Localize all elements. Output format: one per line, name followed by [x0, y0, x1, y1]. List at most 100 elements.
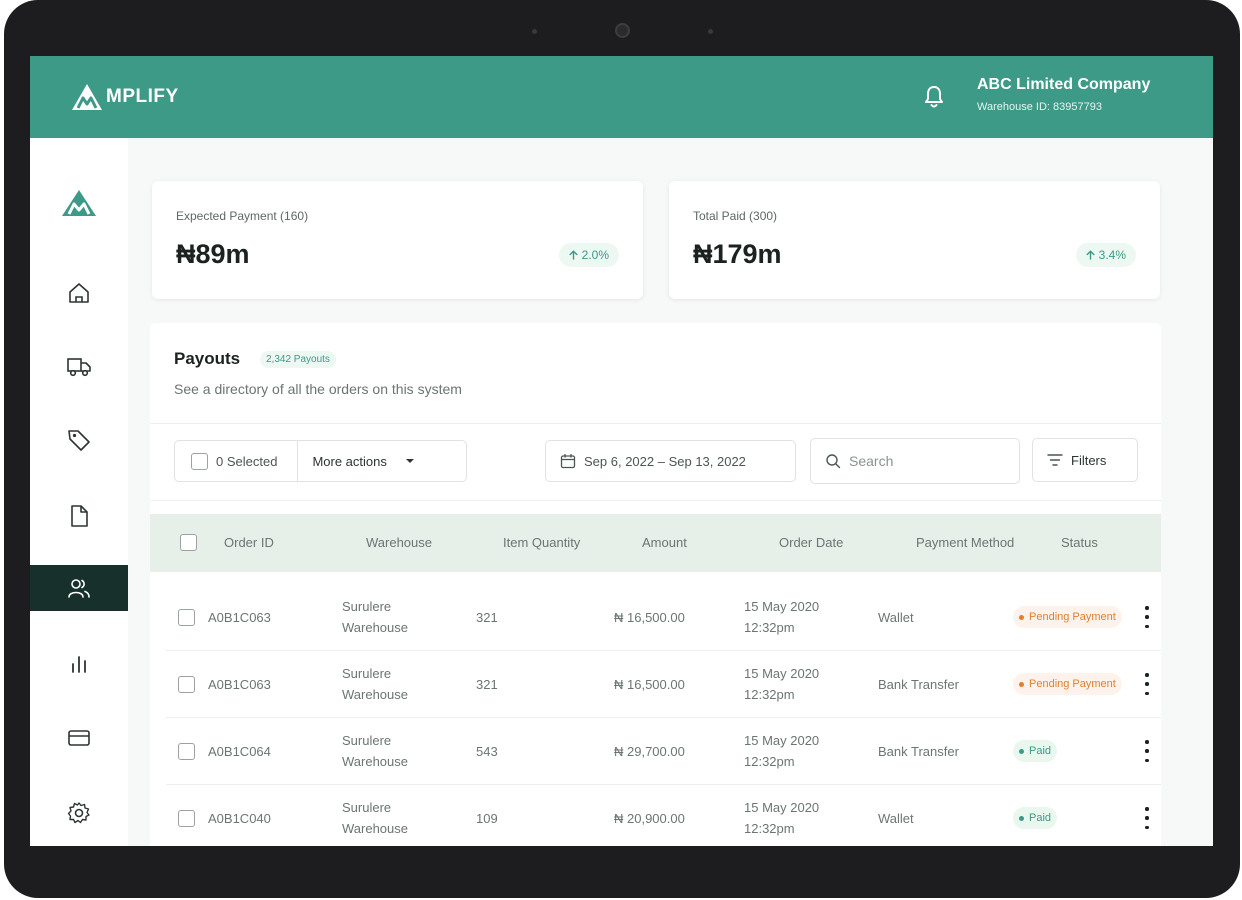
table-row[interactable]: A0B1C063 Surulere Warehouse 321 ₦ 16,500… — [166, 651, 1161, 718]
stat-change-value: 2.0% — [581, 248, 609, 262]
amount: ₦ 16,500.00 — [614, 677, 685, 692]
company-info[interactable]: ABC Limited Company Warehouse ID: 839577… — [977, 76, 1150, 113]
order-id: A0B1C064 — [208, 744, 271, 759]
payment-method: Wallet — [878, 811, 914, 826]
warehouse-line: Warehouse — [342, 687, 408, 702]
amount: ₦ 16,500.00 — [614, 610, 685, 625]
order-date-time: 12:32pm — [744, 620, 795, 635]
nav-users[interactable] — [30, 565, 128, 611]
more-actions-label: More actions — [312, 453, 387, 469]
arrow-up-icon — [1086, 250, 1095, 260]
sidebar-logo-icon[interactable] — [60, 188, 98, 218]
nav-analytics[interactable] — [30, 641, 128, 687]
status-dot — [1019, 614, 1024, 620]
status-badge: Paid — [1013, 740, 1058, 762]
order-date-time: 12:32pm — [744, 687, 795, 702]
nav-products[interactable] — [30, 417, 128, 463]
more-options-icon[interactable] — [1144, 606, 1150, 628]
order-date-day: 15 May 2020 — [744, 666, 820, 681]
stat-card-total-paid: Total Paid (300) ₦179m 3.4% — [669, 181, 1160, 299]
warehouse-line: Warehouse — [342, 754, 408, 769]
stat-change-value: 3.4% — [1098, 248, 1126, 262]
column-header-payment-method[interactable]: Payment Method — [916, 535, 1014, 550]
app-screen: MPLIFY ABC Limited Company Warehouse ID:… — [30, 56, 1213, 846]
row-checkbox[interactable] — [178, 676, 195, 693]
column-header-amount[interactable]: Amount — [642, 535, 687, 550]
warehouse-line: Surulere — [342, 599, 392, 614]
more-options-icon[interactable] — [1144, 740, 1150, 762]
column-header-order-id[interactable]: Order ID — [224, 535, 274, 550]
order-date: 15 May 2020 12:32pm — [744, 797, 819, 839]
status-dot — [1019, 815, 1024, 821]
more-options-icon[interactable] — [1144, 807, 1150, 829]
amount: ₦ 20,900.00 — [614, 811, 685, 826]
stat-label: Expected Payment (160) — [176, 209, 309, 223]
order-date-day: 15 May 2020 — [744, 733, 820, 748]
order-date-day: 15 May 2020 — [744, 800, 820, 815]
nav-deliveries[interactable] — [30, 343, 128, 389]
more-actions-dropdown[interactable]: More actions — [312, 454, 414, 469]
column-header-warehouse[interactable]: Warehouse — [366, 535, 432, 550]
column-header-item-quantity[interactable]: Item Quantity — [503, 535, 580, 550]
truck-icon — [67, 358, 91, 377]
company-name: ABC Limited Company — [977, 76, 1151, 93]
filters-button[interactable]: Filters — [1032, 438, 1138, 482]
status-badge: Pending Payment — [1013, 606, 1122, 628]
date-range-picker[interactable]: Sep 6, 2022 – Sep 13, 2022 — [545, 440, 796, 482]
calendar-icon — [560, 454, 576, 469]
order-id: A0B1C040 — [208, 811, 271, 826]
order-date: 15 May 2020 12:32pm — [744, 730, 819, 772]
select-all-checkbox[interactable] — [191, 452, 208, 470]
status-dot — [1019, 748, 1024, 754]
order-id: A0B1C063 — [208, 610, 271, 625]
nav-home[interactable] — [30, 270, 128, 316]
status-label: Paid — [1029, 812, 1052, 824]
arrow-up-icon — [569, 250, 578, 260]
warehouse-line: Warehouse — [342, 821, 408, 836]
payment-method: Bank Transfer — [878, 744, 959, 759]
nav-documents[interactable] — [30, 493, 128, 539]
order-date: 15 May 2020 12:32pm — [744, 596, 819, 638]
status-label: Paid — [1029, 745, 1052, 757]
amount: ₦ 29,700.00 — [614, 744, 685, 759]
home-icon — [69, 283, 89, 303]
warehouse-name: Surulere Warehouse — [342, 730, 408, 772]
order-id: A0B1C063 — [208, 677, 271, 692]
bell-icon[interactable] — [923, 84, 945, 110]
search-input[interactable]: Search — [849, 453, 893, 469]
more-options-icon[interactable] — [1144, 673, 1150, 695]
nav-payments[interactable] — [30, 715, 128, 761]
column-header-order-date[interactable]: Order Date — [779, 535, 843, 550]
search-box[interactable]: Search — [810, 438, 1020, 484]
status-badge: Paid — [1013, 807, 1058, 829]
table-row[interactable]: A0B1C063 Surulere Warehouse 321 ₦ 16,500… — [166, 584, 1161, 651]
table-toolbar: 0 Selected More actions Sep 6, 2022 – Se… — [150, 423, 1161, 501]
bar-chart-icon — [72, 656, 86, 673]
warehouse-name: Surulere Warehouse — [342, 663, 408, 705]
status-label: Pending Payment — [1029, 611, 1116, 623]
nav-settings[interactable] — [30, 790, 128, 836]
payouts-subtitle: See a directory of all the orders on thi… — [174, 381, 462, 397]
app-logo[interactable]: MPLIFY — [70, 82, 179, 112]
sidebar — [30, 138, 128, 846]
table-row[interactable]: A0B1C040 Surulere Warehouse 109 ₦ 20,900… — [166, 785, 1161, 846]
credit-card-icon — [68, 730, 90, 746]
order-date-time: 12:32pm — [744, 754, 795, 769]
warehouse-id: Warehouse ID: 83957793 — [977, 101, 1102, 113]
row-checkbox[interactable] — [178, 609, 195, 626]
stat-card-expected-payment: Expected Payment (160) ₦89m 2.0% — [152, 181, 643, 299]
mplify-logo-icon — [72, 84, 102, 110]
logo-text: MPLIFY — [106, 86, 179, 107]
sensor-dot — [708, 29, 713, 34]
table-row[interactable]: A0B1C064 Surulere Warehouse 543 ₦ 29,700… — [166, 718, 1161, 785]
payouts-panel: Payouts 2,342 Payouts See a directory of… — [150, 323, 1161, 846]
payouts-count-badge: 2,342 Payouts — [260, 351, 336, 368]
header-select-checkbox[interactable] — [180, 534, 197, 551]
row-checkbox[interactable] — [178, 743, 195, 760]
row-checkbox[interactable] — [178, 810, 195, 827]
stat-label: Total Paid (300) — [693, 209, 778, 223]
payouts-title: Payouts — [174, 349, 241, 368]
sensor-dot — [532, 29, 537, 34]
column-header-status[interactable]: Status — [1061, 535, 1098, 550]
stat-value: ₦89m — [176, 239, 250, 269]
